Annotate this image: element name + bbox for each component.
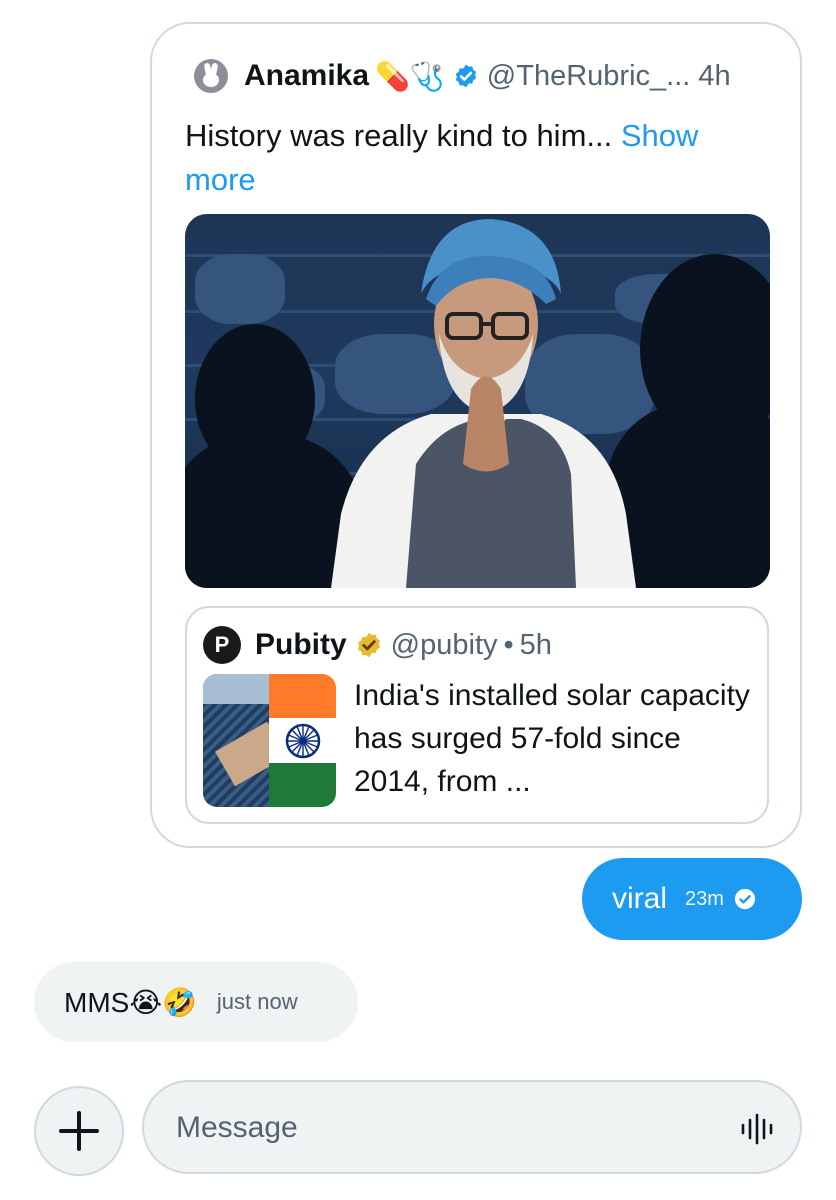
ashoka-chakra-icon [285,723,320,758]
add-attachment-button[interactable] [34,1086,124,1176]
author-name[interactable]: Anamika [244,59,369,93]
message-composer[interactable] [142,1080,802,1174]
tweet-photo[interactable] [185,214,770,588]
outgoing-message-text: viral [612,882,668,915]
read-check-icon [734,888,756,910]
plus-icon [59,1111,99,1151]
solar-panel-photo-icon [203,674,287,807]
nested-author-name[interactable]: Pubity [255,628,347,662]
incoming-message-time: just now [216,989,298,1014]
incoming-message[interactable]: MMS😭🤣 just now [34,962,358,1042]
incoming-message-text: MMS😭🤣 [64,986,197,1018]
pubity-logo-icon[interactable]: P [203,626,241,664]
nested-quote-header: P Pubity @pubity • 5h [203,626,552,664]
author-handle[interactable]: @TheRubric_... [487,60,691,93]
rabbit-avatar-icon[interactable] [194,59,228,93]
message-input[interactable] [176,1104,696,1152]
nested-quote-card[interactable]: P Pubity @pubity • 5h India's installed … [185,606,769,824]
tweet-time: 4h [698,59,731,92]
outgoing-message[interactable]: viral 23m [582,858,802,940]
person-photo [331,219,636,588]
nested-tweet-time: 5h [519,628,552,661]
tweet-text: History was really kind to him... Show m… [185,114,765,202]
voice-waveform-icon[interactable] [740,1112,774,1146]
author-emojis: 💊🩺 [375,60,445,92]
tweet-body: History was really kind to him... [185,118,621,153]
tweet-header: Anamika 💊🩺 @TheRubric_... 4h [194,56,731,96]
nested-author-handle[interactable]: @pubity [391,629,498,662]
verified-blue-icon [455,64,476,88]
india-flag-icon [269,674,336,807]
outgoing-message-time: 23m [685,887,724,910]
nested-quote-thumbnail[interactable] [203,674,336,807]
nested-quote-text: India's installed solar capacity has sur… [354,679,750,798]
verified-gold-icon [357,632,380,658]
quoted-tweet-card[interactable]: Anamika 💊🩺 @TheRubric_... 4h History was… [150,22,802,848]
separator-dot: • [503,628,514,661]
